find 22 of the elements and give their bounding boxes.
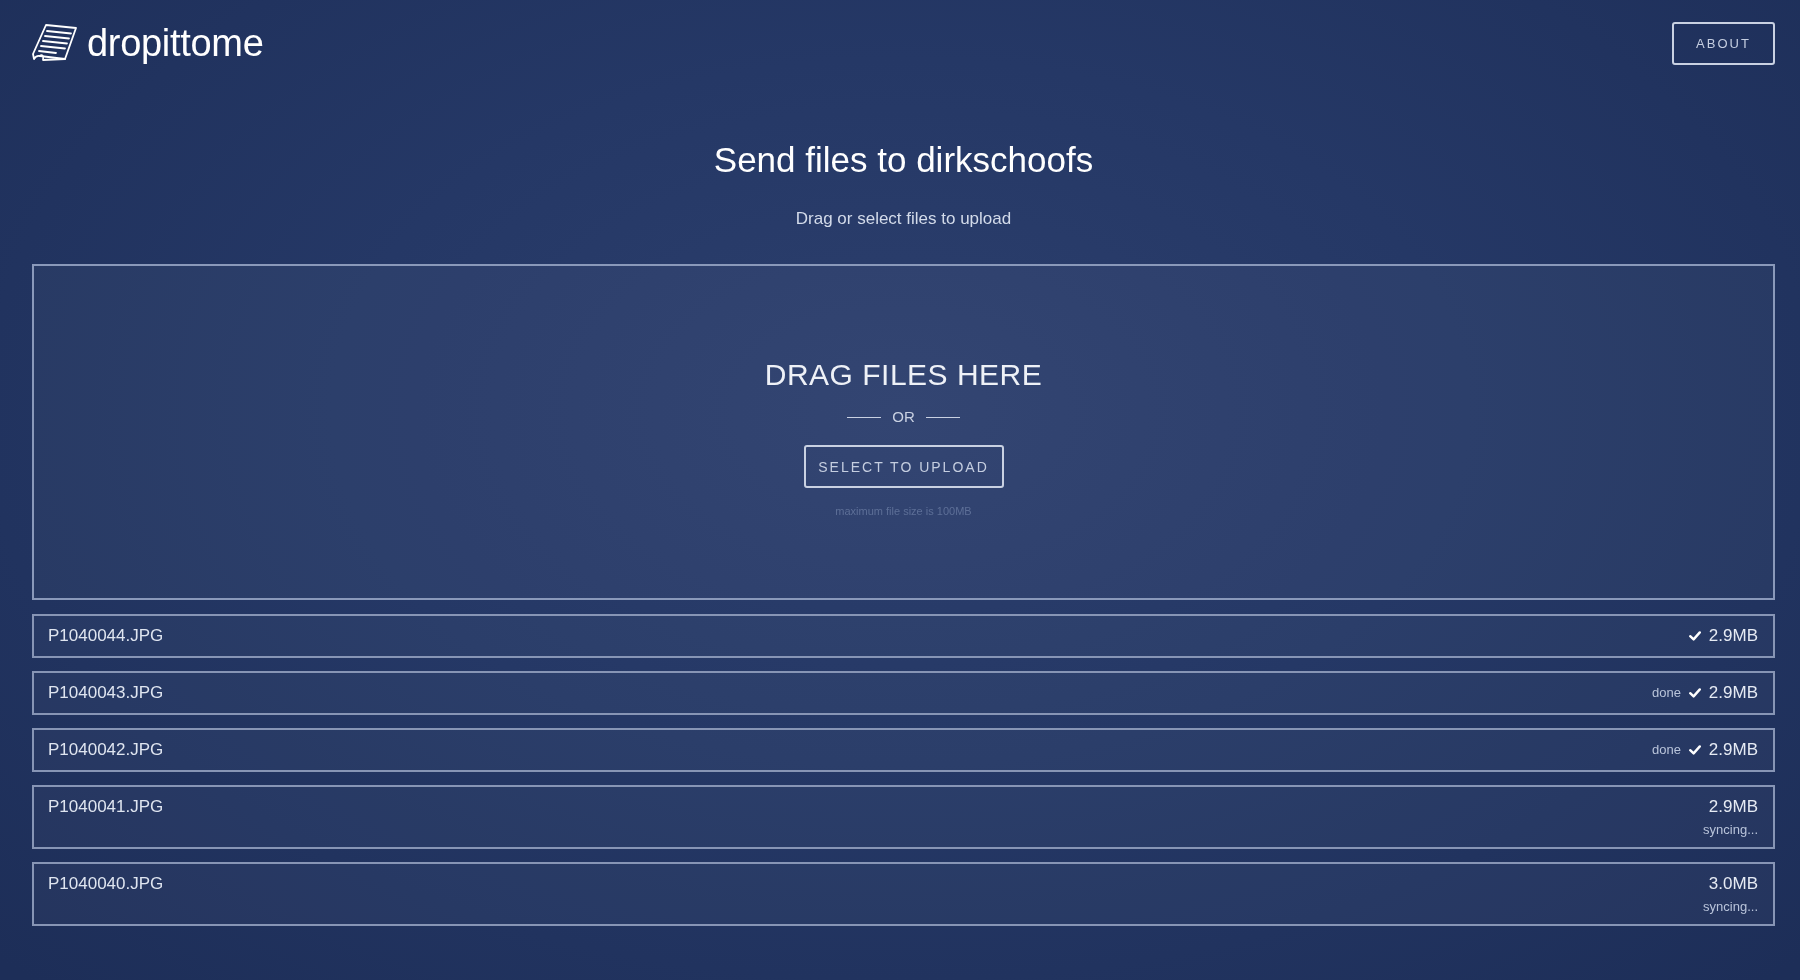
file-size: 2.9MB (1708, 739, 1758, 761)
document-icon (32, 23, 78, 63)
file-size: 2.9MB (1708, 682, 1758, 704)
file-size: 2.9MB (1708, 625, 1758, 647)
sync-status: syncing... (1703, 899, 1758, 915)
file-name: P1040041.JPG (48, 796, 164, 818)
file-name: P1040042.JPG (48, 739, 164, 761)
or-label: OR (892, 407, 915, 427)
sync-status: syncing... (1703, 822, 1758, 838)
file-name: P1040044.JPG (48, 625, 164, 647)
page-subtitle: Drag or select files to upload (794, 208, 1013, 230)
file-size: 2.9MB (1708, 796, 1758, 818)
select-to-upload-button[interactable]: SELECT TO UPLOAD (803, 445, 1004, 488)
drop-zone-heading: DRAG FILES HERE (764, 357, 1043, 393)
file-name: P1040040.JPG (48, 873, 164, 895)
file-size: 3.0MB (1708, 873, 1758, 895)
page-title: Send files to dirkschoofs (712, 139, 1095, 181)
upload-status: done (1651, 742, 1681, 758)
file-name: P1040043.JPG (48, 682, 164, 704)
upload-status: done (1651, 685, 1681, 701)
brand-name: dropittome (87, 21, 264, 65)
about-button[interactable]: ABOUT (1672, 21, 1775, 65)
